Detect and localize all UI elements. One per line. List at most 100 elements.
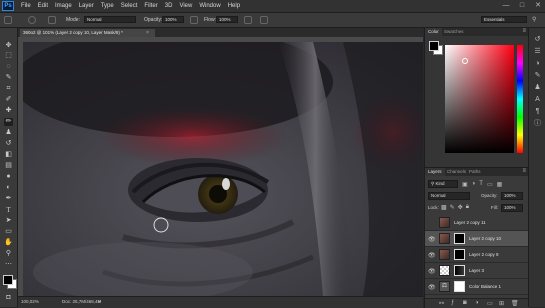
eyedropper-tool-icon[interactable]: ✐ [4, 96, 13, 104]
layer-row[interactable]: Layer 2 copy 11 [425, 215, 529, 231]
layer-mask-thumbnail[interactable] [454, 233, 465, 244]
tab-layers[interactable]: Layers [425, 168, 445, 176]
healing-brush-tool-icon[interactable]: ✚ [4, 107, 13, 115]
layer-name[interactable]: Layer 3 [469, 268, 484, 273]
visibility-eye-icon[interactable]: 👁︎ [428, 268, 436, 275]
zoom-tool-icon[interactable]: ⚲ [4, 250, 13, 258]
color-picker-marker[interactable] [462, 58, 468, 64]
mode-select[interactable]: Normal [84, 16, 136, 23]
blend-mode-select[interactable]: Normal [428, 192, 470, 200]
clone-source-panel-icon[interactable]: ♟ [533, 84, 542, 92]
opacity-input[interactable]: 100% [162, 16, 184, 23]
move-tool-icon[interactable]: ✥ [4, 42, 13, 50]
status-menu-arrow-icon[interactable]: ▸ [98, 298, 101, 305]
brush-tool-icon[interactable]: ✏ [4, 118, 13, 126]
pressure-opacity-icon[interactable] [190, 16, 198, 24]
hand-tool-icon[interactable]: ✋ [4, 239, 13, 247]
lock-transparency-icon[interactable]: ▩ [441, 204, 447, 211]
layer-mask-thumbnail[interactable] [454, 281, 465, 292]
close-tab-icon[interactable]: × [146, 29, 149, 37]
smart-object-filter-icon[interactable]: ▦ [497, 181, 503, 188]
lock-position-icon[interactable]: ✥ [458, 204, 463, 211]
layer-name[interactable]: Layer 2 copy 11 [454, 220, 486, 225]
shape-filter-icon[interactable]: ▭ [487, 181, 493, 188]
menu-edit[interactable]: Edit [38, 3, 48, 9]
character-panel-icon[interactable]: A [533, 96, 542, 104]
visibility-eye-icon[interactable]: 👁︎ [428, 284, 436, 291]
crop-tool-icon[interactable]: ⌗ [4, 85, 13, 93]
blur-tool-icon[interactable]: ● [4, 173, 13, 181]
layer-name[interactable]: Layer 2 copy 10 [469, 236, 501, 241]
paragraph-panel-icon[interactable]: ¶ [533, 108, 542, 116]
clone-stamp-tool-icon[interactable]: ♟ [4, 129, 13, 137]
lock-pixels-icon[interactable]: ✎ [450, 204, 455, 211]
path-select-tool-icon[interactable]: ➤ [4, 217, 13, 225]
history-brush-tool-icon[interactable]: ↺ [4, 140, 13, 148]
tab-swatches[interactable]: Swatches [441, 28, 467, 36]
layer-row[interactable]: 👁︎ Layer 2 copy 10 [425, 231, 529, 247]
more-tools-icon[interactable]: ⋯ [4, 261, 13, 269]
eraser-tool-icon[interactable]: ◧ [4, 151, 13, 159]
gradient-tool-icon[interactable]: ▤ [4, 162, 13, 170]
history-panel-icon[interactable]: ↺ [533, 36, 542, 44]
visibility-eye-icon[interactable]: 👁︎ [428, 236, 436, 243]
quick-mask-icon[interactable]: ◘ [4, 294, 13, 302]
foreground-color-swatch[interactable] [3, 275, 13, 285]
close-button[interactable]: ✕ [533, 1, 543, 10]
menu-layer[interactable]: Layer [79, 3, 94, 9]
menu-file[interactable]: File [21, 3, 31, 9]
link-layers-icon[interactable]: ⚯ [439, 300, 444, 307]
pressure-size-icon[interactable] [260, 16, 268, 24]
trash-icon[interactable]: 🗑︎ [511, 300, 519, 307]
document-tab[interactable]: 360o2 @ 101% (Layer 2 copy 10, Layer Mas… [20, 29, 155, 37]
panel-menu-icon[interactable]: ≡ [522, 28, 526, 34]
properties-panel-icon[interactable]: ☰ [533, 48, 542, 56]
adjustment-filter-icon[interactable]: ◑ [472, 181, 476, 188]
minimize-button[interactable]: — [501, 1, 511, 10]
search-icon[interactable]: ⚲ [532, 16, 540, 24]
document-size-info[interactable]: Doc: 25,7M/468,4M [62, 299, 101, 304]
layer-name[interactable]: Layer 2 copy 9 [469, 252, 499, 257]
marquee-tool-icon[interactable]: ⬚ [4, 52, 13, 60]
menu-image[interactable]: Image [55, 3, 72, 9]
layer-style-icon[interactable]: ƒ [451, 300, 454, 306]
new-layer-icon[interactable]: ⊞ [499, 300, 504, 307]
new-group-icon[interactable]: ▭ [487, 300, 493, 307]
lock-all-icon[interactable]: 🔒︎ [466, 204, 469, 211]
dodge-tool-icon[interactable]: ◐ [4, 184, 13, 192]
visibility-eye-icon[interactable]: 👁︎ [428, 252, 436, 259]
type-tool-icon[interactable]: T [4, 206, 13, 214]
info-panel-icon[interactable]: ⓘ [533, 120, 542, 128]
layer-row[interactable]: 👁︎ Layer 3 [425, 263, 529, 279]
layer-opacity-input[interactable]: 100% [501, 192, 523, 200]
menu-help[interactable]: Help [228, 3, 240, 9]
fill-input[interactable]: 100% [501, 204, 523, 212]
brush-panel-icon[interactable]: ✎ [533, 72, 542, 80]
lasso-tool-icon[interactable]: ◌ [4, 63, 13, 71]
brush-tool-icon[interactable] [4, 16, 12, 24]
tab-color[interactable]: Color [425, 28, 442, 36]
menu-type[interactable]: Type [101, 3, 114, 9]
foreground-swatch[interactable] [429, 41, 439, 51]
new-adjustment-icon[interactable]: ◑ [475, 300, 479, 306]
brush-preset-icon[interactable] [28, 16, 36, 24]
layer-filter-select[interactable]: ⚲ Kind [428, 180, 458, 188]
zoom-level[interactable]: 100,02% [21, 299, 39, 304]
menu-3d[interactable]: 3D [165, 3, 173, 9]
tab-paths[interactable]: Paths [466, 168, 484, 176]
flow-input[interactable]: 100% [216, 16, 238, 23]
menu-filter[interactable]: Filter [144, 3, 157, 9]
layers-menu-icon[interactable]: ≡ [522, 168, 526, 174]
quick-select-tool-icon[interactable]: ✎ [4, 74, 13, 82]
adjustments-panel-icon[interactable]: ◑ [533, 60, 542, 68]
menu-window[interactable]: Window [199, 3, 220, 9]
add-mask-icon[interactable]: ◙ [463, 300, 467, 306]
type-filter-icon[interactable]: T [479, 181, 483, 188]
airbrush-icon[interactable] [244, 16, 252, 24]
workspace-select[interactable]: Essentials [481, 16, 527, 23]
pen-tool-icon[interactable]: ✒ [4, 195, 13, 203]
image-canvas[interactable] [23, 42, 423, 296]
pixel-filter-icon[interactable]: ▣ [462, 181, 468, 188]
color-picker-field[interactable] [445, 45, 514, 153]
menu-view[interactable]: View [179, 3, 192, 9]
